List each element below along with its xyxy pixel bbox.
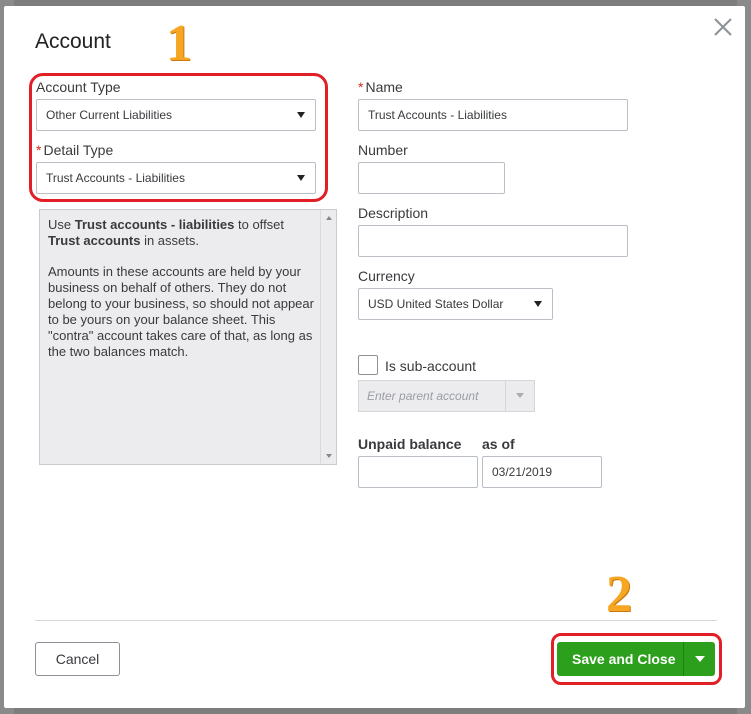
scroll-down-icon[interactable]: [326, 454, 332, 458]
description-scrollbar[interactable]: [320, 210, 336, 464]
save-options-dropdown[interactable]: [684, 642, 715, 676]
detail-type-label: * Detail Type: [36, 142, 113, 158]
unpaid-balance-input[interactable]: [358, 456, 478, 488]
name-label-text: Name: [365, 79, 403, 95]
description-label: Description: [358, 205, 429, 221]
account-type-label: Account Type: [36, 79, 121, 95]
detail-type-select[interactable]: Trust Accounts - Liabilities: [36, 162, 316, 194]
step-1-annotation: 1: [166, 15, 192, 72]
required-marker: *: [358, 79, 364, 95]
sub-account-checkbox[interactable]: [358, 355, 378, 375]
chevron-down-icon: [297, 112, 305, 118]
chevron-down-icon: [516, 393, 524, 398]
save-and-close-label: Save and Close: [572, 651, 676, 667]
scroll-up-icon[interactable]: [326, 216, 332, 220]
name-input[interactable]: Trust Accounts - Liabilities: [358, 99, 628, 131]
save-and-close-button[interactable]: Save and Close: [557, 642, 715, 676]
number-label: Number: [358, 142, 408, 158]
chevron-down-icon: [695, 656, 705, 662]
detail-type-label-text: Detail Type: [43, 142, 114, 158]
parent-account-select: Enter parent account: [358, 380, 535, 412]
required-marker: *: [36, 142, 42, 158]
unpaid-balance-label: Unpaid balance: [358, 436, 462, 452]
description-input[interactable]: [358, 225, 628, 257]
chevron-down-icon: [534, 301, 542, 307]
close-icon[interactable]: [712, 16, 734, 38]
name-label: * Name: [358, 79, 403, 95]
account-type-select[interactable]: Other Current Liabilities: [36, 99, 316, 131]
as-of-label: as of: [482, 436, 515, 452]
parent-account-placeholder: Enter parent account: [367, 389, 479, 403]
currency-value: USD United States Dollar: [368, 297, 504, 311]
sub-account-label: Is sub-account: [385, 358, 477, 374]
step-2-annotation: 2: [606, 566, 632, 623]
description-paragraph-1: Use Trust accounts - liabilities to offs…: [48, 217, 285, 248]
as-of-date-input[interactable]: 03/21/2019: [482, 456, 602, 488]
parent-select-divider: [505, 381, 506, 411]
chevron-down-icon: [297, 175, 305, 181]
currency-select[interactable]: USD United States Dollar: [358, 288, 553, 320]
detail-type-value: Trust Accounts - Liabilities: [46, 171, 185, 185]
description-paragraph-2: Amounts in these accounts are held by yo…: [48, 264, 314, 359]
currency-label: Currency: [358, 268, 415, 284]
account-dialog: Account 1 Account Type Other Current Lia…: [4, 6, 745, 708]
cancel-button[interactable]: Cancel: [35, 642, 120, 676]
account-type-value: Other Current Liabilities: [46, 108, 173, 122]
detail-type-description: Use Trust accounts - liabilities to offs…: [39, 209, 337, 465]
dialog-title: Account: [35, 30, 111, 53]
number-input[interactable]: [358, 162, 505, 194]
